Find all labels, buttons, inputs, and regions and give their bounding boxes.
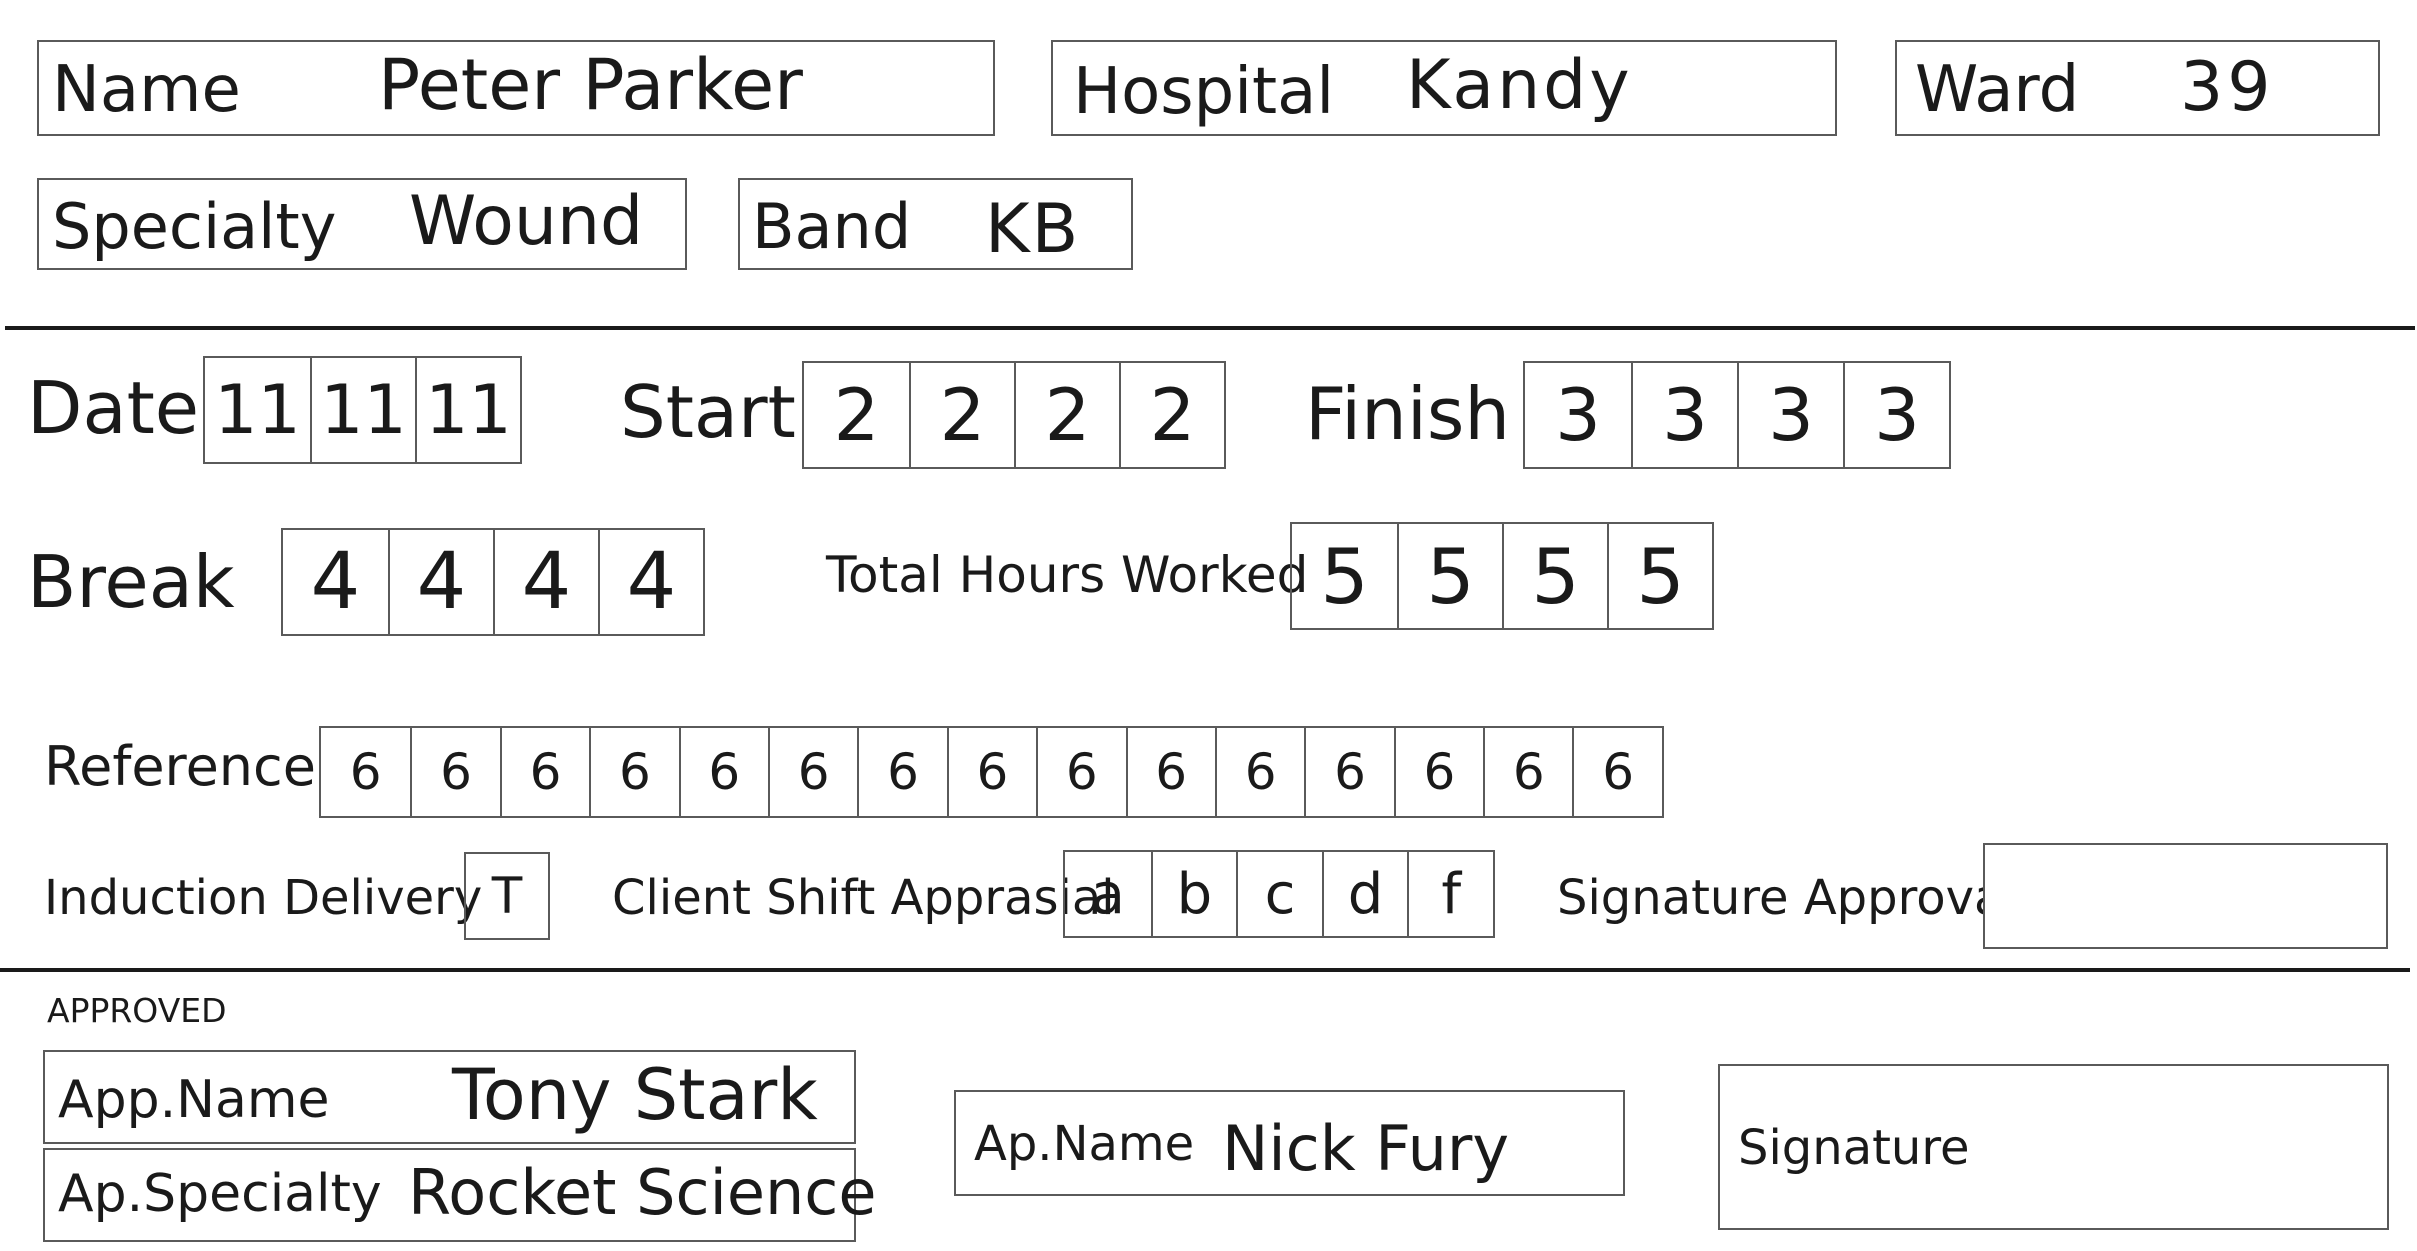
date-cells: 11 11 11: [203, 356, 522, 464]
reference-cell[interactable]: 6: [946, 728, 1036, 816]
finish-cell[interactable]: 3: [1843, 363, 1949, 467]
total-hours-cell[interactable]: 5: [1502, 524, 1607, 628]
start-label: Start: [620, 370, 796, 454]
start-cells: 2222: [802, 361, 1226, 469]
finish-cell[interactable]: 3: [1737, 363, 1843, 467]
appraisal-cell[interactable]: c: [1236, 852, 1322, 936]
name-label: Name: [52, 53, 241, 127]
ward-value: 39: [2180, 48, 2275, 127]
reference-cell[interactable]: 6: [499, 728, 589, 816]
signature-label: Signature: [1738, 1120, 1970, 1176]
reference-cell[interactable]: 6: [1572, 728, 1661, 816]
break-cell[interactable]: 4: [283, 530, 388, 634]
ap-specialty-value: Rocket Science: [408, 1156, 877, 1229]
start-cell[interactable]: 2: [909, 363, 1014, 467]
finish-cell[interactable]: 3: [1631, 363, 1737, 467]
reference-cells: 666666666666666: [319, 726, 1664, 818]
reference-cell[interactable]: 6: [1214, 728, 1304, 816]
reference-cell[interactable]: 6: [589, 728, 678, 816]
ap-name-label: Ap.Name: [974, 1116, 1195, 1172]
band-label: Band: [752, 190, 912, 263]
app-name-label: App.Name: [58, 1070, 330, 1130]
finish-cell[interactable]: 3: [1525, 363, 1631, 467]
hospital-value: Kandy: [1406, 46, 1633, 125]
section-divider-top: [5, 326, 2415, 330]
app-name-value: Tony Stark: [452, 1054, 818, 1136]
total-hours-cell[interactable]: 5: [1397, 524, 1502, 628]
reference-cell[interactable]: 6: [1125, 728, 1215, 816]
reference-cell[interactable]: 6: [321, 728, 410, 816]
ward-label: Ward: [1915, 53, 2080, 127]
date-cell[interactable]: 11: [205, 358, 310, 462]
start-cell[interactable]: 2: [804, 363, 909, 467]
reference-cell[interactable]: 6: [857, 728, 946, 816]
total-hours-cells: 5555: [1290, 522, 1714, 630]
reference-label: Reference: [44, 735, 316, 798]
induction-cells: T: [464, 852, 550, 940]
break-cell[interactable]: 4: [493, 530, 598, 634]
specialty-label: Specialty: [52, 190, 337, 263]
band-value: KB: [985, 190, 1081, 269]
appraisal-cell[interactable]: b: [1150, 852, 1237, 936]
break-cell[interactable]: 4: [388, 530, 493, 634]
induction-label: Induction Delivery: [44, 870, 483, 926]
appraisal-cell[interactable]: d: [1321, 852, 1408, 936]
date-cell[interactable]: 11: [310, 358, 415, 462]
approved-heading: APPROVED: [47, 991, 227, 1030]
break-label: Break: [27, 540, 235, 624]
total-hours-cell[interactable]: 5: [1607, 524, 1712, 628]
break-cells: 4444: [281, 528, 705, 636]
signature-approval-box[interactable]: [1983, 843, 2388, 949]
appraisal-cell[interactable]: a: [1065, 852, 1151, 936]
reference-cell[interactable]: 6: [1036, 728, 1125, 816]
date-label: Date: [27, 366, 200, 450]
name-value: Peter Parker: [378, 44, 803, 126]
reference-cell[interactable]: 6: [1393, 728, 1483, 816]
reference-cell[interactable]: 6: [678, 728, 768, 816]
reference-cell[interactable]: 6: [1304, 728, 1393, 816]
reference-cell[interactable]: 6: [1483, 728, 1572, 816]
finish-cells: 3333: [1523, 361, 1951, 469]
section-divider-bottom: [0, 968, 2410, 972]
signature-approval-label: Signature Approval: [1557, 870, 2017, 926]
appraisal-cell[interactable]: f: [1407, 852, 1493, 936]
ap-specialty-label: Ap.Specialty: [58, 1164, 382, 1224]
appraisal-cells: abcdf: [1063, 850, 1495, 938]
ap-name-value: Nick Fury: [1222, 1112, 1510, 1185]
start-cell[interactable]: 2: [1014, 363, 1119, 467]
total-hours-cell[interactable]: 5: [1292, 524, 1397, 628]
date-cell[interactable]: 11: [415, 358, 520, 462]
finish-label: Finish: [1305, 372, 1510, 456]
induction-cell[interactable]: T: [466, 854, 548, 938]
reference-cell[interactable]: 6: [767, 728, 857, 816]
start-cell[interactable]: 2: [1119, 363, 1224, 467]
specialty-value: Wound: [409, 182, 644, 261]
reference-cell[interactable]: 6: [410, 728, 499, 816]
hospital-label: Hospital: [1073, 55, 1335, 129]
break-cell[interactable]: 4: [598, 530, 703, 634]
appraisal-label: Client Shift Apprasial: [612, 870, 1115, 926]
total-hours-label: Total Hours Worked: [826, 546, 1309, 604]
